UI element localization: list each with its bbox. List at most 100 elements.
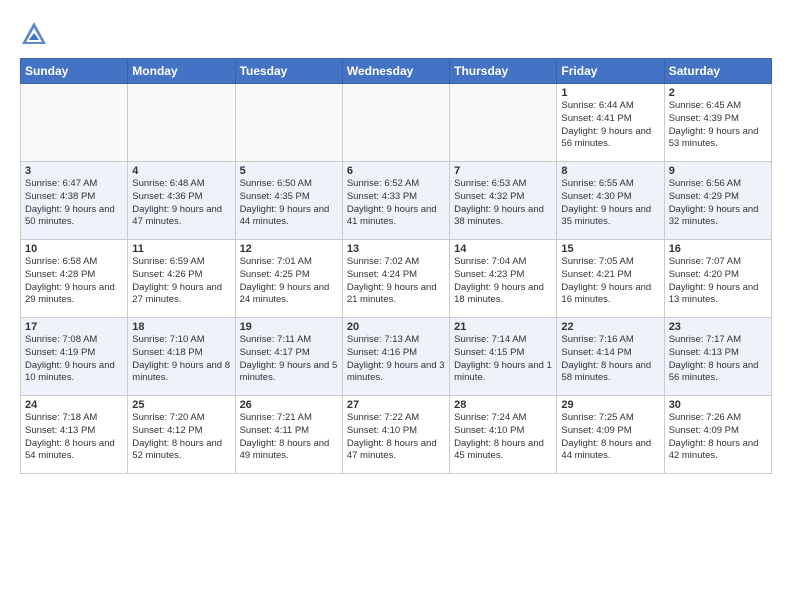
calendar-cell <box>21 84 128 162</box>
day-info: Sunrise: 6:56 AM Sunset: 4:29 PM Dayligh… <box>669 178 767 229</box>
day-info: Sunrise: 6:47 AM Sunset: 4:38 PM Dayligh… <box>25 178 123 229</box>
day-info: Sunrise: 7:21 AM Sunset: 4:11 PM Dayligh… <box>240 412 338 463</box>
day-info: Sunrise: 7:08 AM Sunset: 4:19 PM Dayligh… <box>25 334 123 385</box>
day-number: 14 <box>454 243 552 255</box>
main-container: SundayMondayTuesdayWednesdayThursdayFrid… <box>0 0 792 484</box>
calendar-cell: 10Sunrise: 6:58 AM Sunset: 4:28 PM Dayli… <box>21 240 128 318</box>
calendar-cell <box>342 84 449 162</box>
logo <box>20 20 52 48</box>
calendar-week-1: 1Sunrise: 6:44 AM Sunset: 4:41 PM Daylig… <box>21 84 772 162</box>
day-number: 13 <box>347 243 445 255</box>
calendar-cell: 2Sunrise: 6:45 AM Sunset: 4:39 PM Daylig… <box>664 84 771 162</box>
calendar-cell: 29Sunrise: 7:25 AM Sunset: 4:09 PM Dayli… <box>557 396 664 474</box>
day-info: Sunrise: 7:24 AM Sunset: 4:10 PM Dayligh… <box>454 412 552 463</box>
day-number: 29 <box>561 399 659 411</box>
calendar-cell: 8Sunrise: 6:55 AM Sunset: 4:30 PM Daylig… <box>557 162 664 240</box>
day-info: Sunrise: 6:52 AM Sunset: 4:33 PM Dayligh… <box>347 178 445 229</box>
day-info: Sunrise: 7:05 AM Sunset: 4:21 PM Dayligh… <box>561 256 659 307</box>
calendar-cell: 25Sunrise: 7:20 AM Sunset: 4:12 PM Dayli… <box>128 396 235 474</box>
day-info: Sunrise: 6:53 AM Sunset: 4:32 PM Dayligh… <box>454 178 552 229</box>
day-info: Sunrise: 6:58 AM Sunset: 4:28 PM Dayligh… <box>25 256 123 307</box>
calendar-cell: 14Sunrise: 7:04 AM Sunset: 4:23 PM Dayli… <box>450 240 557 318</box>
day-number: 9 <box>669 165 767 177</box>
day-info: Sunrise: 7:02 AM Sunset: 4:24 PM Dayligh… <box>347 256 445 307</box>
day-number: 3 <box>25 165 123 177</box>
day-info: Sunrise: 7:20 AM Sunset: 4:12 PM Dayligh… <box>132 412 230 463</box>
day-info: Sunrise: 6:45 AM Sunset: 4:39 PM Dayligh… <box>669 100 767 151</box>
day-number: 23 <box>669 321 767 333</box>
day-number: 2 <box>669 87 767 99</box>
calendar-cell: 19Sunrise: 7:11 AM Sunset: 4:17 PM Dayli… <box>235 318 342 396</box>
calendar-cell: 11Sunrise: 6:59 AM Sunset: 4:26 PM Dayli… <box>128 240 235 318</box>
day-info: Sunrise: 7:22 AM Sunset: 4:10 PM Dayligh… <box>347 412 445 463</box>
day-number: 11 <box>132 243 230 255</box>
day-number: 7 <box>454 165 552 177</box>
day-info: Sunrise: 7:14 AM Sunset: 4:15 PM Dayligh… <box>454 334 552 385</box>
day-number: 24 <box>25 399 123 411</box>
day-number: 25 <box>132 399 230 411</box>
calendar-cell <box>450 84 557 162</box>
calendar-week-5: 24Sunrise: 7:18 AM Sunset: 4:13 PM Dayli… <box>21 396 772 474</box>
calendar-cell: 15Sunrise: 7:05 AM Sunset: 4:21 PM Dayli… <box>557 240 664 318</box>
calendar-cell: 6Sunrise: 6:52 AM Sunset: 4:33 PM Daylig… <box>342 162 449 240</box>
calendar-header-row: SundayMondayTuesdayWednesdayThursdayFrid… <box>21 59 772 84</box>
calendar-cell: 23Sunrise: 7:17 AM Sunset: 4:13 PM Dayli… <box>664 318 771 396</box>
calendar-cell: 30Sunrise: 7:26 AM Sunset: 4:09 PM Dayli… <box>664 396 771 474</box>
day-number: 1 <box>561 87 659 99</box>
calendar-cell: 26Sunrise: 7:21 AM Sunset: 4:11 PM Dayli… <box>235 396 342 474</box>
calendar-cell: 13Sunrise: 7:02 AM Sunset: 4:24 PM Dayli… <box>342 240 449 318</box>
day-number: 6 <box>347 165 445 177</box>
calendar-cell: 18Sunrise: 7:10 AM Sunset: 4:18 PM Dayli… <box>128 318 235 396</box>
day-info: Sunrise: 7:04 AM Sunset: 4:23 PM Dayligh… <box>454 256 552 307</box>
day-number: 21 <box>454 321 552 333</box>
day-info: Sunrise: 6:59 AM Sunset: 4:26 PM Dayligh… <box>132 256 230 307</box>
calendar-week-2: 3Sunrise: 6:47 AM Sunset: 4:38 PM Daylig… <box>21 162 772 240</box>
calendar-week-3: 10Sunrise: 6:58 AM Sunset: 4:28 PM Dayli… <box>21 240 772 318</box>
calendar-cell: 17Sunrise: 7:08 AM Sunset: 4:19 PM Dayli… <box>21 318 128 396</box>
calendar-cell: 16Sunrise: 7:07 AM Sunset: 4:20 PM Dayli… <box>664 240 771 318</box>
calendar-cell: 1Sunrise: 6:44 AM Sunset: 4:41 PM Daylig… <box>557 84 664 162</box>
calendar-cell: 21Sunrise: 7:14 AM Sunset: 4:15 PM Dayli… <box>450 318 557 396</box>
calendar-cell: 3Sunrise: 6:47 AM Sunset: 4:38 PM Daylig… <box>21 162 128 240</box>
weekday-header-monday: Monday <box>128 59 235 84</box>
day-number: 5 <box>240 165 338 177</box>
weekday-header-tuesday: Tuesday <box>235 59 342 84</box>
calendar-cell: 20Sunrise: 7:13 AM Sunset: 4:16 PM Dayli… <box>342 318 449 396</box>
calendar-cell: 12Sunrise: 7:01 AM Sunset: 4:25 PM Dayli… <box>235 240 342 318</box>
weekday-header-saturday: Saturday <box>664 59 771 84</box>
day-number: 27 <box>347 399 445 411</box>
day-number: 26 <box>240 399 338 411</box>
day-info: Sunrise: 7:16 AM Sunset: 4:14 PM Dayligh… <box>561 334 659 385</box>
logo-icon <box>20 20 48 48</box>
weekday-header-friday: Friday <box>557 59 664 84</box>
day-info: Sunrise: 7:10 AM Sunset: 4:18 PM Dayligh… <box>132 334 230 385</box>
calendar-cell <box>235 84 342 162</box>
day-number: 17 <box>25 321 123 333</box>
day-info: Sunrise: 6:55 AM Sunset: 4:30 PM Dayligh… <box>561 178 659 229</box>
calendar-cell: 27Sunrise: 7:22 AM Sunset: 4:10 PM Dayli… <box>342 396 449 474</box>
day-number: 10 <box>25 243 123 255</box>
calendar-cell: 28Sunrise: 7:24 AM Sunset: 4:10 PM Dayli… <box>450 396 557 474</box>
day-info: Sunrise: 7:01 AM Sunset: 4:25 PM Dayligh… <box>240 256 338 307</box>
day-number: 18 <box>132 321 230 333</box>
day-number: 19 <box>240 321 338 333</box>
day-number: 4 <box>132 165 230 177</box>
day-info: Sunrise: 7:11 AM Sunset: 4:17 PM Dayligh… <box>240 334 338 385</box>
day-number: 12 <box>240 243 338 255</box>
calendar-cell: 4Sunrise: 6:48 AM Sunset: 4:36 PM Daylig… <box>128 162 235 240</box>
day-info: Sunrise: 7:07 AM Sunset: 4:20 PM Dayligh… <box>669 256 767 307</box>
weekday-header-sunday: Sunday <box>21 59 128 84</box>
day-info: Sunrise: 7:18 AM Sunset: 4:13 PM Dayligh… <box>25 412 123 463</box>
day-info: Sunrise: 6:50 AM Sunset: 4:35 PM Dayligh… <box>240 178 338 229</box>
day-number: 22 <box>561 321 659 333</box>
day-info: Sunrise: 6:48 AM Sunset: 4:36 PM Dayligh… <box>132 178 230 229</box>
calendar-cell: 7Sunrise: 6:53 AM Sunset: 4:32 PM Daylig… <box>450 162 557 240</box>
day-number: 30 <box>669 399 767 411</box>
day-number: 16 <box>669 243 767 255</box>
calendar-cell: 5Sunrise: 6:50 AM Sunset: 4:35 PM Daylig… <box>235 162 342 240</box>
day-number: 20 <box>347 321 445 333</box>
day-number: 15 <box>561 243 659 255</box>
day-info: Sunrise: 7:13 AM Sunset: 4:16 PM Dayligh… <box>347 334 445 385</box>
header <box>20 16 772 48</box>
day-info: Sunrise: 6:44 AM Sunset: 4:41 PM Dayligh… <box>561 100 659 151</box>
